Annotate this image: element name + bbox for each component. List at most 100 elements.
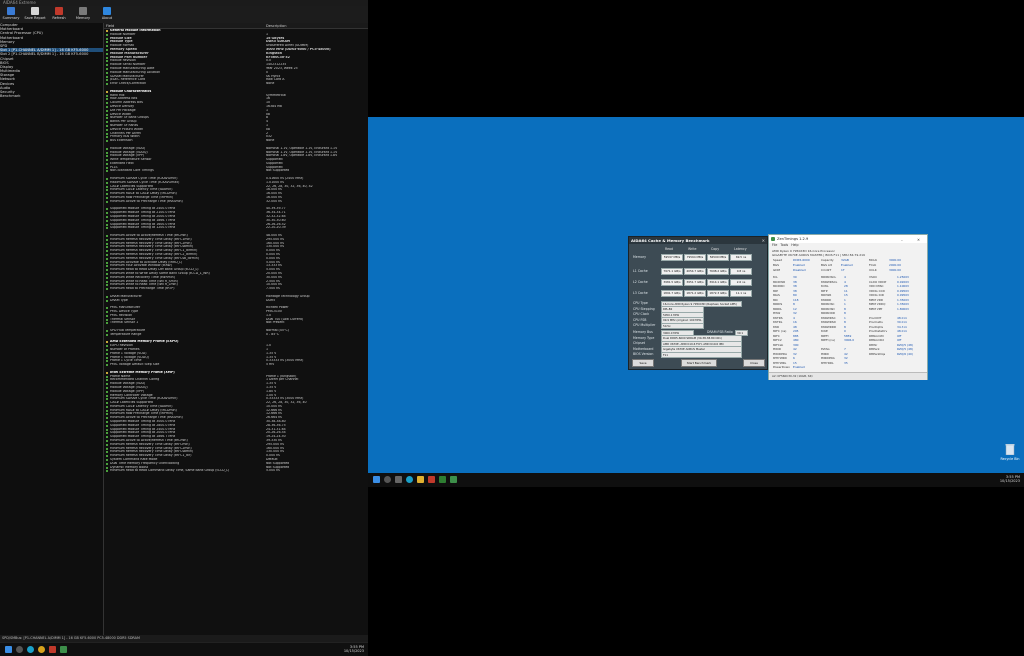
chrome-icon[interactable] (38, 646, 45, 653)
timing-label: tRAS (773, 293, 780, 297)
file-explorer-icon[interactable] (417, 476, 424, 483)
field-icon (105, 208, 108, 211)
field-icon (105, 67, 108, 70)
timing-label: ProcODT (869, 315, 882, 320)
bench-info-label: CPU FSB (633, 317, 647, 322)
edge-icon[interactable] (27, 646, 34, 653)
field-icon (105, 52, 108, 55)
bench-row-label: Memory (633, 254, 646, 259)
tree-item[interactable]: Slot 2 [P1-CHANNEL B/DIMM 1] - 16 GB KF5… (0, 52, 103, 56)
timing-label: VSOC (869, 275, 878, 279)
zen-title-bar: ZenTimings 1.2.9 – ✕ (769, 235, 927, 243)
zentimings-icon[interactable] (60, 646, 67, 653)
zen-system-info: AMD Ryzen 9 7950X3D 16-Core Processor GI… (772, 249, 924, 257)
timing-label: CLDO VDDP (869, 279, 887, 284)
field-icon (105, 451, 108, 454)
bench-info-label: CPU Clock (633, 312, 650, 316)
zen-mclk-label: MCLK (869, 258, 878, 262)
task-view-icon[interactable] (395, 476, 402, 483)
timing-label: RttNomWr (869, 333, 884, 338)
desktop-bottom-blank (368, 487, 1024, 655)
field-icon (105, 193, 108, 196)
column-field[interactable]: Field (106, 24, 114, 28)
bench-start-button[interactable]: Start Benchmark (681, 359, 717, 367)
dram-fsb-label: DRAM:FSB Ratio (707, 330, 733, 334)
bench-result: 79564 MB/s (684, 254, 706, 261)
timing-label: tRRDL (773, 306, 782, 311)
recycle-bin-icon (1005, 444, 1015, 455)
timing-value: Off (897, 338, 902, 342)
bench-col-header: Copy (711, 247, 720, 251)
timing-label: tPHYWRL (773, 360, 787, 365)
timing-value: 8 (844, 306, 846, 311)
timing-label: tWTRS (773, 315, 783, 320)
edge-icon[interactable] (406, 476, 413, 483)
search-icon[interactable] (16, 646, 23, 653)
zen-menu-help[interactable]: Help (791, 243, 798, 247)
left-clock[interactable]: 3:55 PM 10/15/2023 (344, 645, 364, 654)
aida64-icon[interactable] (49, 646, 56, 653)
field-icon (105, 432, 108, 435)
timing-label: tRP (773, 288, 778, 293)
column-value[interactable]: Description (266, 24, 286, 28)
memory-icon (79, 7, 87, 15)
timing-value: 4 (844, 279, 846, 284)
zen-uclk-value: 3000.00 (889, 268, 901, 272)
bench-info-label: CPU Multiplier (633, 323, 656, 327)
timing-label: tCKE (821, 329, 828, 333)
close-icon[interactable]: ✕ (762, 238, 765, 243)
cpuz-icon[interactable] (439, 476, 446, 483)
zen-menu-file[interactable]: File (772, 243, 777, 247)
toolbar-label: Refresh (52, 16, 66, 20)
bench-result: 7971.1 GB/s (661, 268, 683, 275)
toolbar-button-refresh[interactable]: Refresh (50, 6, 68, 23)
field-icon (105, 200, 108, 203)
field-icon (105, 136, 108, 139)
bench-close-button[interactable]: Close (743, 359, 765, 367)
field-icon (105, 299, 108, 302)
field-icon (105, 348, 108, 351)
field-icon (105, 329, 108, 332)
timing-label: tRFC (773, 333, 780, 338)
aida64-icon[interactable] (428, 476, 435, 483)
toolbar-button-about[interactable]: About (98, 6, 116, 23)
field-icon (105, 310, 108, 313)
search-icon[interactable] (384, 476, 391, 483)
toolbar-button-memory[interactable]: Memory (74, 6, 92, 23)
timing-value: Enabled (793, 365, 805, 369)
timing-value: Off (897, 333, 902, 338)
timing-label: PowerDown (773, 365, 790, 369)
toolbar-button-save-report[interactable]: Save Report (24, 6, 46, 23)
field-icon (105, 280, 108, 283)
zen-fclk-label: FCLK (869, 263, 877, 267)
zentimings-icon[interactable] (450, 476, 457, 483)
zen-menu-tools[interactable]: Tools (780, 243, 788, 247)
timing-label: MEM VDD (869, 297, 884, 302)
timing-value: 8 (844, 324, 846, 329)
timing-value: 0.9950V (897, 288, 910, 293)
device-tree[interactable]: Computer Motherboard Central Processor (C… (0, 23, 104, 635)
timing-value: 15 (844, 293, 848, 297)
timing-label: RttNomRd (869, 338, 884, 342)
timing-value: 80 (793, 293, 797, 297)
field-icon (105, 155, 108, 158)
bench-save-button[interactable]: Save (632, 359, 654, 367)
right-clock[interactable]: 3:55 PM 10/15/2023 (1000, 475, 1020, 484)
zen-status-bar: A2: KF560C30-32 (16GB, SR) (769, 372, 927, 380)
timing-value: 28 (844, 284, 848, 288)
zen-bgs-value: Enabled (793, 263, 805, 267)
zen-board-info: GIGABYTE X670E AORUS MASTER | BIOS F11 |… (772, 253, 865, 257)
timing-label: tSTAG (821, 347, 830, 351)
start-icon[interactable] (5, 646, 12, 653)
bench-info-label: Motherboard (633, 346, 654, 351)
zentimings-logo-icon (771, 237, 775, 241)
field-icon (105, 447, 108, 450)
field-name: Minimum Read to Read Command Delay Time,… (110, 469, 230, 473)
timing-value: 3906.0 (844, 338, 855, 342)
start-icon[interactable] (373, 476, 380, 483)
field-icon (105, 424, 108, 427)
timing-label: tMODPDA (773, 351, 788, 356)
tree-item[interactable]: Benchmark (0, 94, 103, 98)
recycle-bin[interactable]: Recycle Bin (998, 443, 1022, 469)
toolbar-button-summary[interactable]: Summary (2, 6, 20, 23)
